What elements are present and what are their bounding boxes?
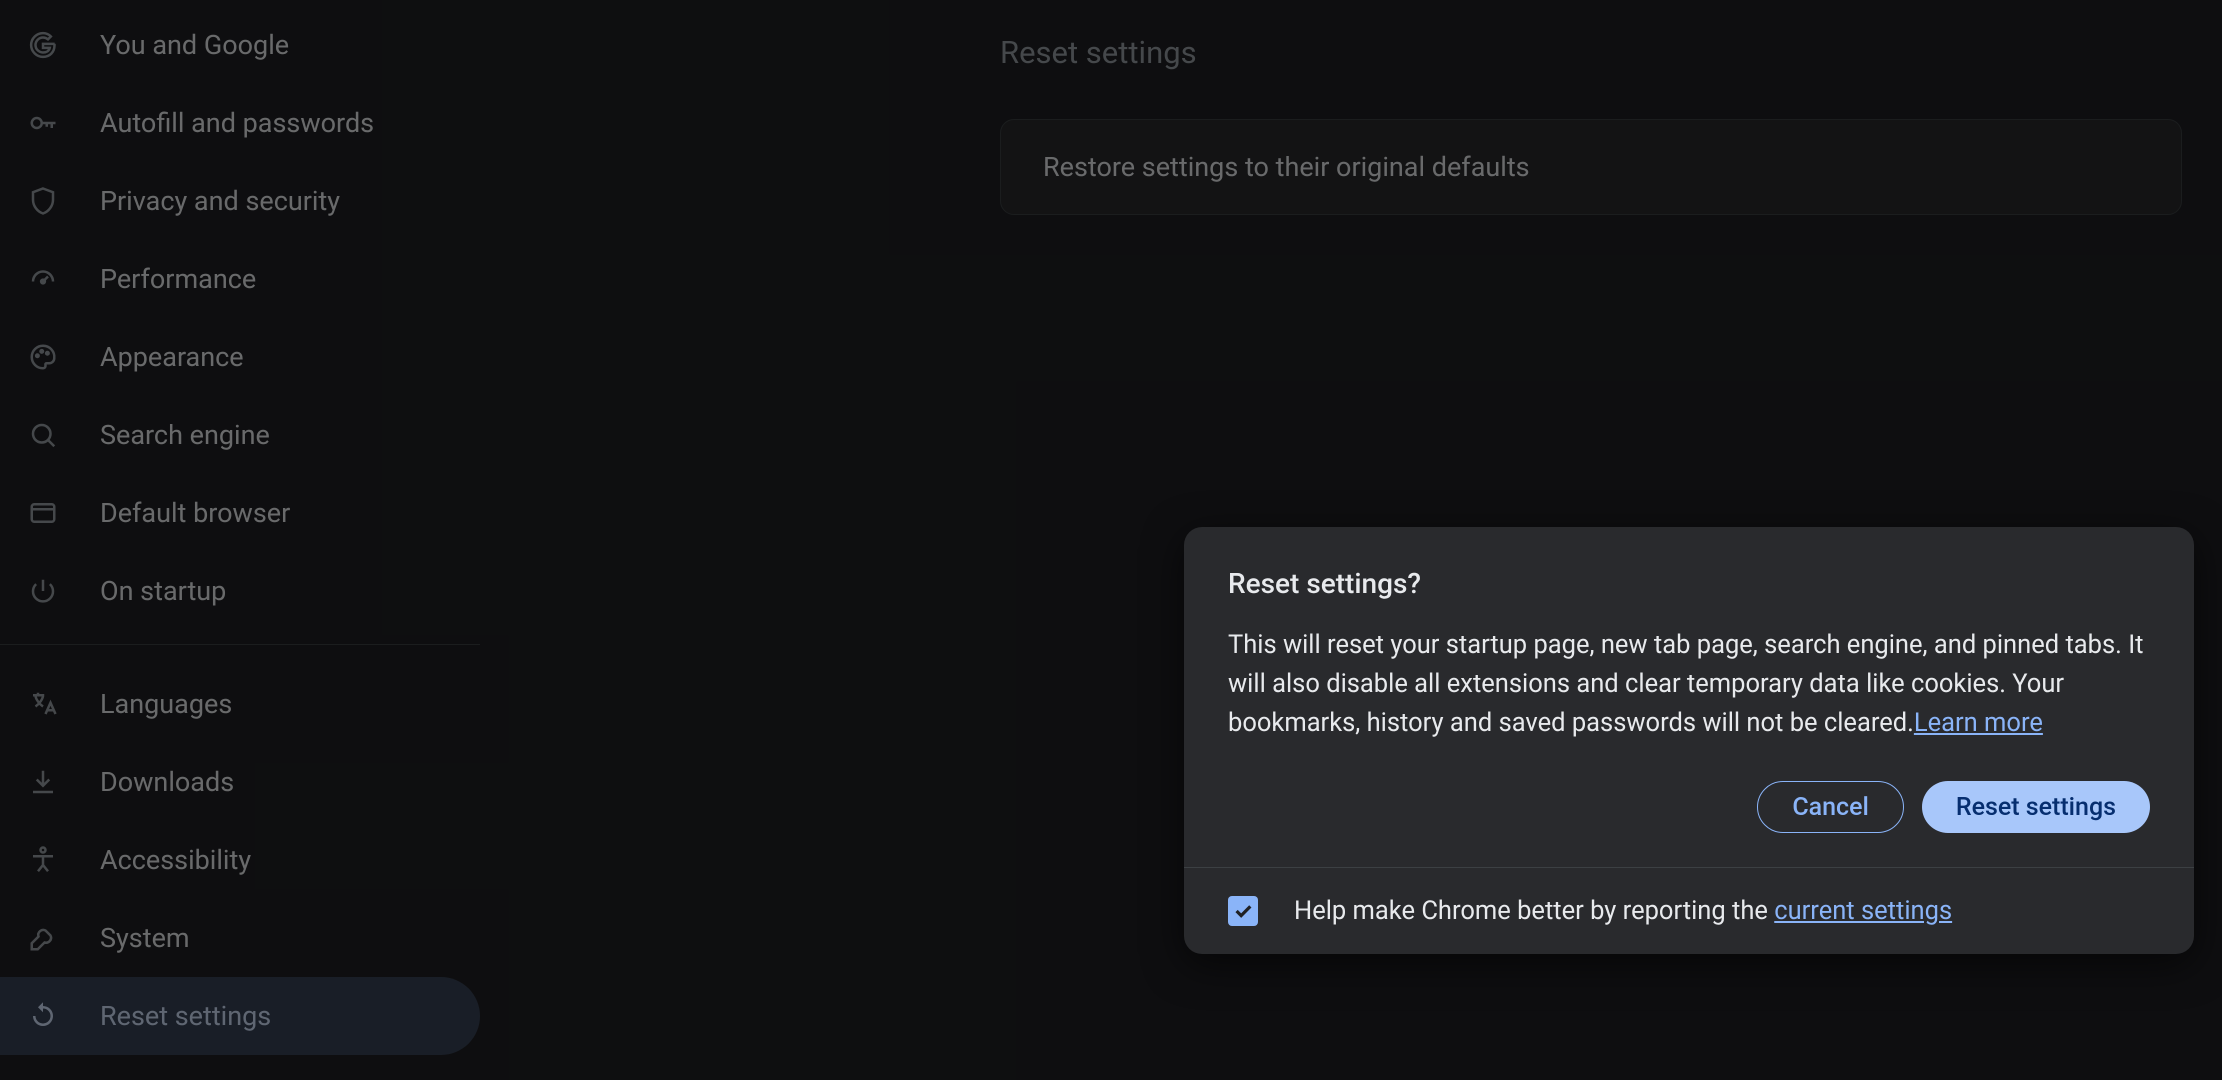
dialog-title: Reset settings? (1228, 567, 2150, 600)
dialog-description: This will reset your startup page, new t… (1228, 626, 2150, 743)
report-settings-label: Help make Chrome better by reporting the… (1294, 896, 1952, 926)
dialog-footer: Help make Chrome better by reporting the… (1184, 867, 2194, 954)
reset-settings-button[interactable]: Reset settings (1922, 781, 2150, 833)
learn-more-link[interactable]: Learn more (1914, 708, 2043, 738)
current-settings-link[interactable]: current settings (1774, 896, 1952, 926)
cancel-button[interactable]: Cancel (1757, 781, 1904, 833)
reset-settings-dialog: Reset settings? This will reset your sta… (1184, 527, 2194, 954)
report-settings-text: Help make Chrome better by reporting the (1294, 896, 1774, 926)
report-settings-checkbox[interactable] (1228, 896, 1258, 926)
dialog-body: Reset settings? This will reset your sta… (1184, 527, 2194, 867)
dialog-buttons: Cancel Reset settings (1228, 781, 2150, 833)
